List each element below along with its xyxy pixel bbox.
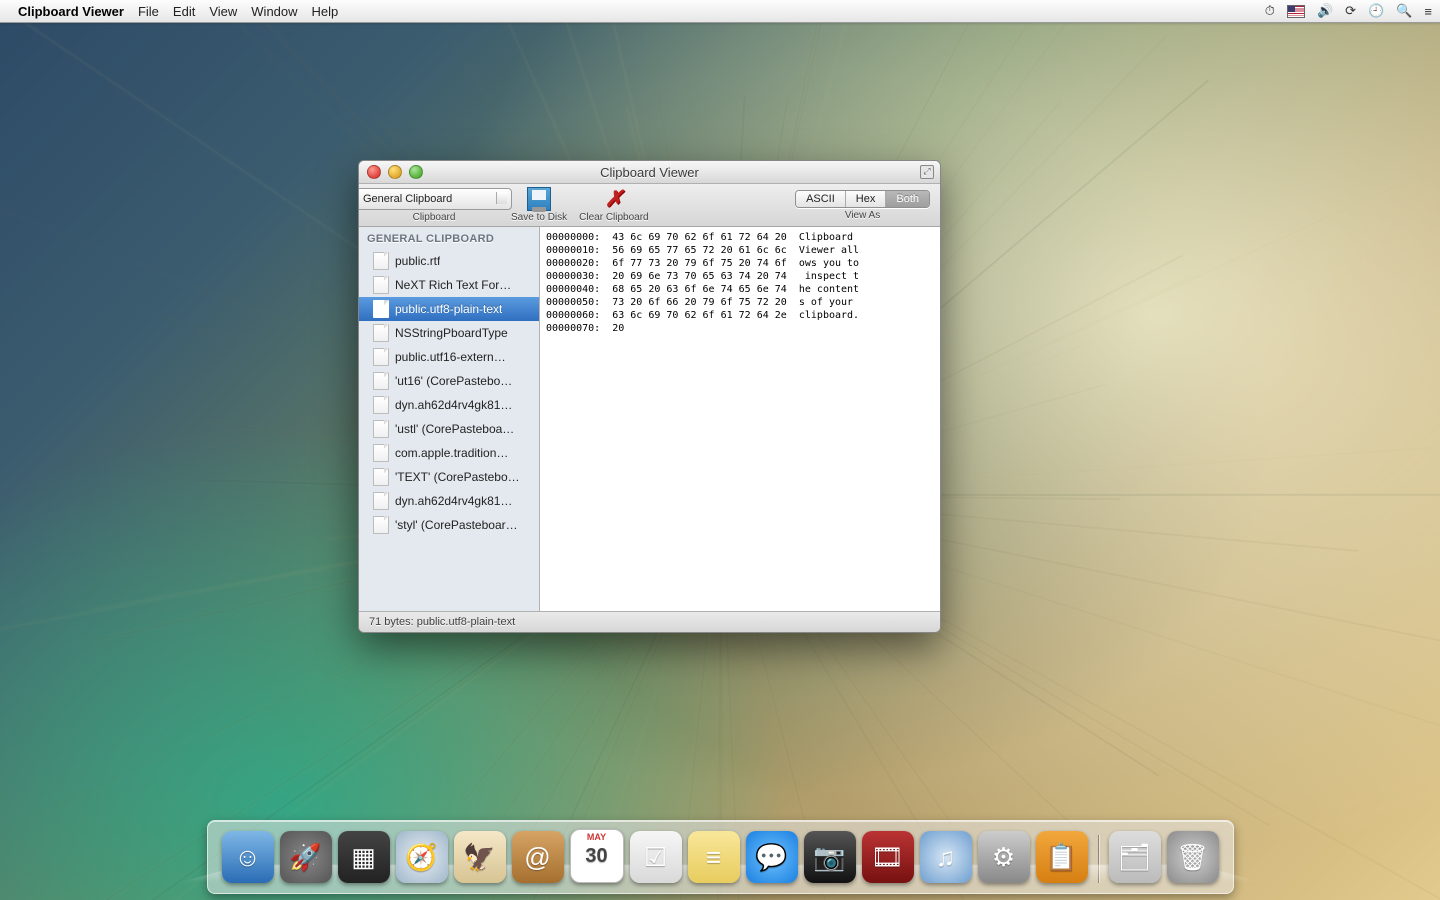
sidebar-item[interactable]: 'styl' (CorePasteboar… — [359, 513, 539, 537]
dock-app-notes[interactable]: ≡ — [688, 831, 740, 883]
sidebar-item-label: public.utf16-extern… — [395, 350, 506, 364]
sidebar-item[interactable]: public.utf16-extern… — [359, 345, 539, 369]
file-icon — [373, 348, 389, 366]
dock-app-clipboard-viewer[interactable]: 📋 — [1036, 831, 1088, 883]
dock-app-calendar[interactable]: MAY30 — [570, 829, 624, 883]
minimize-button[interactable] — [388, 165, 402, 179]
sidebar: GENERAL CLIPBOARD public.rtf NeXT Rich Te… — [359, 227, 540, 611]
app-menu[interactable]: Clipboard Viewer — [18, 4, 124, 19]
dock-app-mission-control[interactable]: ▦ — [338, 831, 390, 883]
status-text: 71 bytes: public.utf8-plain-text — [369, 616, 515, 628]
dock-app-system-preferences[interactable]: ⚙ — [978, 831, 1030, 883]
sidebar-item[interactable]: NeXT Rich Text For… — [359, 273, 539, 297]
clear-clipboard-button[interactable]: ✗ Clear Clipboard — [579, 187, 648, 223]
file-icon — [373, 372, 389, 390]
dock: ☺🚀▦🧭🦅@MAY30☑≡💬📷🎞♫⚙📋 🗂🗑 — [207, 820, 1234, 894]
sidebar-item[interactable]: NSStringPboardType — [359, 321, 539, 345]
clipboard-viewer-window: Clipboard Viewer ⤢ General Clipboard ▴▾ … — [358, 160, 941, 633]
sidebar-item-label: 'styl' (CorePasteboar… — [395, 518, 518, 532]
dock-app-itunes[interactable]: ♫ — [920, 831, 972, 883]
sidebar-item-label: com.apple.tradition… — [395, 446, 508, 460]
dock-app-trash[interactable]: 🗑 — [1167, 831, 1219, 883]
menu-help[interactable]: Help — [312, 4, 339, 19]
fullscreen-icon[interactable]: ⤢ — [920, 165, 934, 179]
volume-icon[interactable]: 🔊 — [1317, 3, 1333, 19]
file-icon — [373, 396, 389, 414]
notification-center-icon[interactable]: ≡ — [1424, 4, 1432, 19]
menu-edit[interactable]: Edit — [173, 4, 195, 19]
sidebar-header: GENERAL CLIPBOARD — [359, 227, 539, 249]
clipboard-select[interactable]: General Clipboard ▴▾ — [358, 188, 512, 210]
sidebar-item-label: dyn.ah62d4rv4gk81… — [395, 398, 512, 412]
file-icon — [373, 516, 389, 534]
view-as-segmented-control[interactable]: ASCIIHexBoth — [795, 190, 930, 208]
save-to-disk-button[interactable]: Save to Disk — [511, 187, 567, 223]
view-as-label: View As — [845, 210, 880, 221]
file-icon — [373, 492, 389, 510]
sidebar-item[interactable]: dyn.ah62d4rv4gk81… — [359, 393, 539, 417]
dock-app-documents[interactable]: 🗂 — [1109, 831, 1161, 883]
file-icon — [373, 420, 389, 438]
view-segment-hex[interactable]: Hex — [846, 191, 887, 207]
sidebar-item-label: 'ut16' (CorePastebo… — [395, 374, 512, 388]
menu-bar: Clipboard Viewer FileEditViewWindowHelp … — [0, 0, 1440, 23]
dock-app-messages[interactable]: 💬 — [746, 831, 798, 883]
file-icon — [373, 300, 389, 318]
sidebar-item-label: public.rtf — [395, 254, 440, 268]
window-titlebar[interactable]: Clipboard Viewer ⤢ — [359, 161, 940, 184]
sidebar-item-label: NeXT Rich Text For… — [395, 278, 511, 292]
clipboard-select-label: Clipboard — [413, 212, 456, 223]
dock-app-mail[interactable]: 🦅 — [454, 831, 506, 883]
menu-view[interactable]: View — [209, 4, 237, 19]
sidebar-item[interactable]: 'ut16' (CorePastebo… — [359, 369, 539, 393]
file-icon — [373, 252, 389, 270]
view-segment-ascii[interactable]: ASCII — [796, 191, 846, 207]
input-source-flag-icon[interactable] — [1287, 5, 1305, 18]
floppy-disk-icon — [527, 187, 551, 211]
file-icon — [373, 276, 389, 294]
toolbar: General Clipboard ▴▾ Clipboard Save to D… — [359, 184, 940, 227]
sidebar-item[interactable]: 'ustl' (CorePasteboa… — [359, 417, 539, 441]
sidebar-item[interactable]: dyn.ah62d4rv4gk81… — [359, 489, 539, 513]
dock-app-contacts[interactable]: @ — [512, 831, 564, 883]
file-icon — [373, 444, 389, 462]
menu-file[interactable]: File — [138, 4, 159, 19]
sidebar-item[interactable]: public.rtf — [359, 249, 539, 273]
window-title: Clipboard Viewer — [600, 165, 699, 180]
spotlight-icon[interactable]: 🔍 — [1396, 3, 1412, 19]
sidebar-item[interactable]: com.apple.tradition… — [359, 441, 539, 465]
file-icon — [373, 468, 389, 486]
stopwatch-icon[interactable]: ⏱ — [1265, 3, 1275, 19]
sidebar-item-label: dyn.ah62d4rv4gk81… — [395, 494, 512, 508]
sidebar-item-label: NSStringPboardType — [395, 326, 508, 340]
dock-app-reminders[interactable]: ☑ — [630, 831, 682, 883]
status-bar: 71 bytes: public.utf8-plain-text — [359, 611, 940, 632]
dock-separator — [1098, 835, 1099, 883]
sync-icon[interactable]: ⟳ — [1345, 3, 1356, 19]
dock-app-photo-booth[interactable]: 🎞 — [862, 831, 914, 883]
sidebar-item-label: public.utf8-plain-text — [395, 302, 502, 316]
file-icon — [373, 324, 389, 342]
sidebar-item[interactable]: public.utf8-plain-text — [359, 297, 539, 321]
close-button[interactable] — [367, 165, 381, 179]
view-segment-both[interactable]: Both — [886, 191, 929, 207]
sidebar-item-label: 'TEXT' (CorePastebo… — [395, 470, 520, 484]
dock-app-launchpad[interactable]: 🚀 — [280, 831, 332, 883]
sidebar-item-label: 'ustl' (CorePasteboa… — [395, 422, 514, 436]
clock-icon[interactable]: 🕘 — [1368, 3, 1384, 19]
clear-x-icon: ✗ — [605, 186, 623, 212]
sidebar-item[interactable]: 'TEXT' (CorePastebo… — [359, 465, 539, 489]
dock-app-facetime[interactable]: 📷 — [804, 831, 856, 883]
dock-app-finder[interactable]: ☺ — [222, 831, 274, 883]
dock-app-safari[interactable]: 🧭 — [396, 831, 448, 883]
zoom-button[interactable] — [409, 165, 423, 179]
hex-content-view[interactable]: 00000000: 43 6c 69 70 62 6f 61 72 64 20 … — [540, 227, 940, 611]
menu-window[interactable]: Window — [251, 4, 297, 19]
